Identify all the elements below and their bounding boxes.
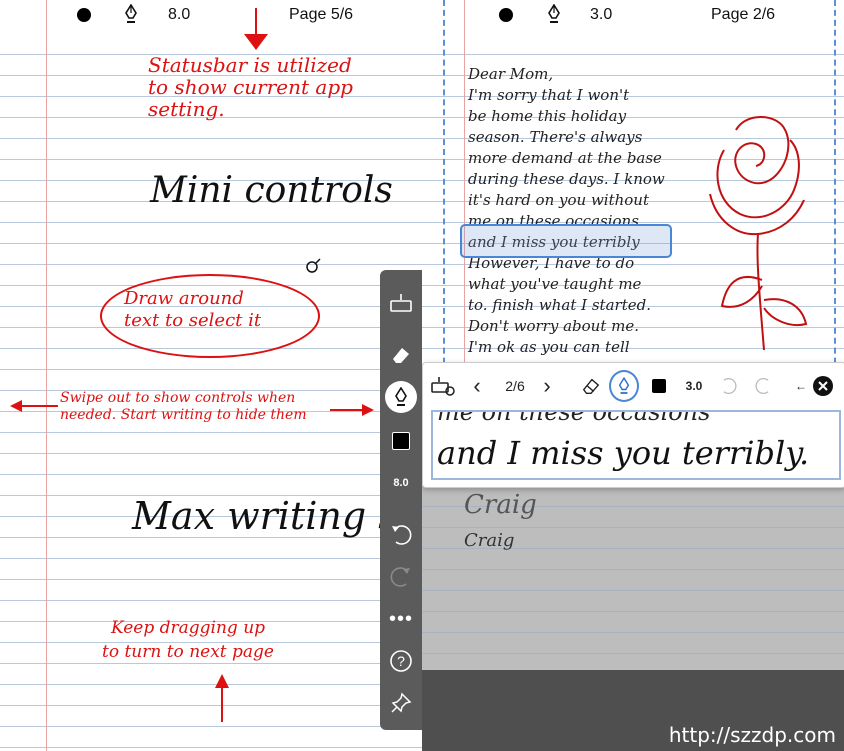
up-arrow-icon <box>212 674 232 722</box>
pen-size-value: 8.0 <box>168 6 191 23</box>
pen-color-indicator <box>499 8 513 22</box>
mini-controls-toolbar: 8.0 ••• ? <box>380 270 422 730</box>
letter-line: season. There's always <box>468 128 643 146</box>
note-line: to turn to next page <box>102 642 274 662</box>
help-button[interactable]: ? <box>380 642 422 680</box>
color-button[interactable] <box>649 371 669 401</box>
margin-line <box>46 0 47 751</box>
undo-button[interactable] <box>717 371 739 401</box>
down-arrow-icon <box>242 8 270 52</box>
redo-button[interactable] <box>380 558 422 596</box>
chevron-left-icon: ‹ <box>473 373 481 398</box>
letter-line: more demand at the base <box>468 149 662 167</box>
lasso-icon <box>304 258 322 276</box>
help-icon: ? <box>390 650 412 672</box>
fountain-pen-icon <box>618 377 630 394</box>
left-notebook-page: 8.0 Page 5/6 Statusbar is utilized to sh… <box>0 0 422 751</box>
undo-icon <box>723 378 737 394</box>
letter-line: I'm sorry that I won't <box>468 86 630 104</box>
close-button[interactable] <box>811 371 835 401</box>
pin-button[interactable] <box>380 684 422 722</box>
keyboard-settings-button[interactable] <box>429 371 457 401</box>
arrow-left-icon: ← <box>795 379 807 393</box>
eraser-button[interactable] <box>380 336 422 374</box>
color-swatch <box>392 432 410 450</box>
size-button[interactable]: 3.0 <box>679 371 709 401</box>
letter-line: during these days. I know <box>468 170 665 188</box>
fountain-pen-icon <box>546 4 562 24</box>
note-line: Keep dragging up <box>110 618 266 638</box>
page-indicator: Page 2/6 <box>711 6 776 23</box>
status-bar: 3.0 Page 2/6 <box>422 0 844 30</box>
note-line: setting. <box>148 97 225 121</box>
keyboard-button[interactable] <box>380 284 422 322</box>
chevron-right-icon: › <box>543 373 551 398</box>
right-notebook-page: 3.0 Page 2/6 Dear Mom, I'm sorry that I … <box>422 0 844 751</box>
statusbar-note: Statusbar is utilized to show current ap… <box>148 54 353 120</box>
keyboard-settings-icon <box>431 377 455 396</box>
pen-color-indicator <box>77 8 91 22</box>
more-icon: ••• <box>388 607 413 630</box>
fountain-pen-icon <box>123 4 139 24</box>
mini-controls-heading: Mini controls <box>150 170 393 211</box>
resize-handle[interactable]: ← <box>795 371 807 401</box>
close-icon <box>813 376 833 396</box>
size-button[interactable]: 8.0 <box>380 464 422 502</box>
pen-button[interactable] <box>609 370 639 402</box>
eraser-icon <box>582 378 600 394</box>
handwritten-letter: Dear Mom, I'm sorry that I won't be home… <box>468 64 708 358</box>
note-line: needed. Start writing to hide them <box>60 407 307 423</box>
letter-line: Dear Mom, <box>468 65 554 83</box>
eraser-button[interactable] <box>577 371 605 401</box>
note-line: Draw around <box>124 288 244 309</box>
redo-icon <box>755 378 769 394</box>
redo-icon <box>390 567 410 587</box>
next-page-button[interactable]: › <box>537 371 557 401</box>
max-writing-heading: Max writing space <box>132 494 422 538</box>
more-button[interactable]: ••• <box>380 600 422 638</box>
pin-icon <box>391 692 412 713</box>
letter-line: Don't worry about me. <box>468 317 639 335</box>
color-button[interactable] <box>380 422 422 460</box>
page-number-label: 2/6 <box>505 378 525 394</box>
handwriting-input-area[interactable]: me on these occasions and I miss you ter… <box>431 410 841 480</box>
eraser-icon <box>393 348 409 363</box>
note-line: text to select it <box>124 310 262 331</box>
watermark-text: http://szzdp.com <box>668 723 836 747</box>
drag-note: Keep dragging up to turn to next page <box>102 616 274 664</box>
left-arrow-icon <box>10 398 58 414</box>
pen-button[interactable] <box>380 378 422 416</box>
pen-size-value: 3.0 <box>590 6 613 23</box>
note-line: Statusbar is utilized <box>148 53 352 77</box>
write-line: and I miss you terribly. <box>437 434 810 472</box>
swipe-note: Swipe out to show controls when needed. … <box>60 390 307 424</box>
letter-line: it's hard on you without <box>468 191 649 209</box>
note-line: to show current app <box>148 75 353 99</box>
pen-active-circle <box>609 370 639 402</box>
letter-line: be home this holiday <box>468 107 627 125</box>
page-indicator: Page 5/6 <box>289 6 354 23</box>
undo-icon <box>392 525 412 545</box>
keyboard-icon <box>390 294 412 312</box>
color-swatch <box>652 379 666 393</box>
right-arrow-icon <box>330 402 374 418</box>
write-line: me on these occasions <box>437 410 711 426</box>
status-bar: 8.0 Page 5/6 <box>0 0 422 30</box>
letter-line: what you've taught me <box>468 275 642 293</box>
signature: Craig <box>464 530 515 551</box>
letter-line: to. finish what I started. <box>468 296 651 314</box>
note-line: Swipe out to show controls when <box>60 390 296 406</box>
undo-button[interactable] <box>380 516 422 554</box>
text-selection-box[interactable] <box>460 224 672 258</box>
lasso-note: Draw around text to select it <box>124 288 261 332</box>
letter-line: I'm ok as you can tell <box>468 338 630 356</box>
fountain-pen-icon <box>395 387 407 406</box>
previous-page-button[interactable]: ‹ <box>467 371 487 401</box>
rose-drawing <box>706 110 816 360</box>
writing-toolbar-panel: ‹ 2/6 › 3.0 ← me on these occasions and … <box>422 362 844 488</box>
redo-button[interactable] <box>753 371 775 401</box>
signature-faded: Craig <box>464 490 537 520</box>
pen-active-circle <box>385 381 417 413</box>
svg-text:?: ? <box>397 653 405 669</box>
